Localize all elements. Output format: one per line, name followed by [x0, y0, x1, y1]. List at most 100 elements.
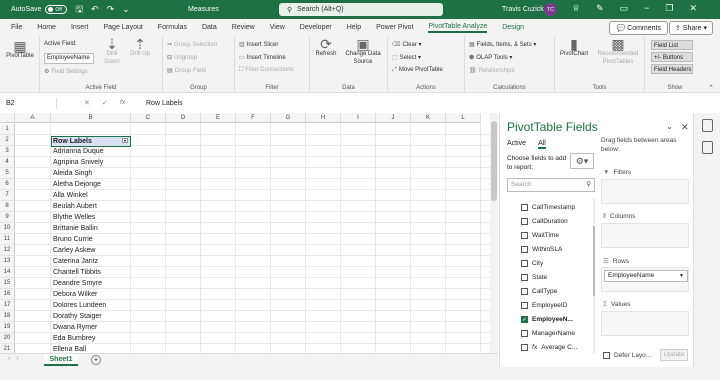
- column-header-l[interactable]: L: [446, 113, 481, 123]
- field-item[interactable]: State: [521, 271, 547, 284]
- buttons-toggle[interactable]: +/- Buttons: [651, 52, 693, 62]
- field-checkbox[interactable]: [521, 232, 528, 239]
- tab-insert[interactable]: Insert: [71, 24, 89, 31]
- side-panel-icon[interactable]: [702, 119, 713, 132]
- field-checkbox[interactable]: [521, 302, 528, 309]
- field-list-scrollbar[interactable]: [593, 198, 595, 354]
- user-name[interactable]: Travis Cuzick: [502, 6, 544, 13]
- column-header-f[interactable]: F: [236, 113, 271, 123]
- row-header[interactable]: 13: [0, 256, 15, 267]
- select-button[interactable]: ⬚ Select ▾: [392, 54, 421, 61]
- row-header[interactable]: 4: [0, 157, 15, 168]
- pivot-row-item[interactable]: Deandre Smyre: [51, 278, 102, 289]
- row-header[interactable]: 17: [0, 300, 15, 311]
- comments-button[interactable]: 💬 Comments: [609, 21, 668, 35]
- field-item[interactable]: EmployeeID: [521, 299, 567, 312]
- defer-layout[interactable]: Defer Layo...: [603, 352, 651, 359]
- field-item[interactable]: ✓ EmployeeN...: [521, 313, 573, 326]
- tab-power-pivot[interactable]: Power Pivot: [376, 24, 413, 31]
- file-name[interactable]: Measures: [188, 6, 219, 13]
- field-checkbox[interactable]: ✓: [521, 316, 528, 323]
- row-header[interactable]: 20: [0, 333, 15, 344]
- clear-button[interactable]: ⌫ Clear ▾: [392, 41, 422, 48]
- autosave-toggle[interactable]: Off: [45, 5, 68, 14]
- field-checkbox[interactable]: [521, 246, 528, 253]
- pivot-row-item[interactable]: Ellena Ball: [51, 344, 86, 353]
- tab-formulas[interactable]: Formulas: [158, 24, 187, 31]
- filters-drop-area[interactable]: [601, 179, 689, 204]
- row-header[interactable]: 5: [0, 168, 15, 179]
- pivot-row-item[interactable]: Carley Askew: [51, 245, 95, 256]
- insert-function-icon[interactable]: 𝑓x: [120, 99, 126, 107]
- tab-active[interactable]: Active: [507, 140, 526, 149]
- add-sheet-icon[interactable]: +: [91, 355, 101, 365]
- row-header[interactable]: 18: [0, 311, 15, 322]
- tab-view[interactable]: View: [270, 24, 285, 31]
- rewards-icon[interactable]: ♕: [572, 3, 580, 14]
- insert-slicer-button[interactable]: ▥ Insert Slicer: [239, 41, 278, 48]
- active-field-input[interactable]: EmployeeName: [44, 53, 94, 64]
- tab-page-layout[interactable]: Page Layout: [103, 24, 142, 31]
- pivot-row-item[interactable]: Aleida Singh: [51, 168, 92, 179]
- row-header[interactable]: 21: [0, 344, 15, 353]
- pivotchart-button[interactable]: ▮ PivotChart: [557, 37, 591, 58]
- tools-gear-icon[interactable]: ⚙▾: [570, 153, 594, 169]
- field-item[interactable]: WaitTime: [521, 229, 559, 242]
- field-checkbox[interactable]: [521, 274, 528, 281]
- pivot-row-item[interactable]: Blythe Welles: [51, 212, 95, 223]
- rows-drop-area[interactable]: EmployeeName ▼: [601, 267, 689, 292]
- field-item[interactable]: WithinSLA: [521, 243, 562, 256]
- enter-icon[interactable]: ✓: [102, 99, 108, 107]
- restore-icon[interactable]: ❐: [665, 3, 673, 14]
- cancel-icon[interactable]: ✕: [84, 99, 90, 107]
- update-button[interactable]: Update: [660, 349, 688, 361]
- collapse-ribbon-icon[interactable]: ⌃: [708, 84, 714, 92]
- tab-all[interactable]: All: [538, 140, 546, 149]
- field-item[interactable]: CallTimestamp: [521, 201, 575, 214]
- pivot-row-item[interactable]: Agripina Snively: [51, 157, 103, 168]
- column-header-d[interactable]: D: [166, 113, 201, 123]
- column-header-i[interactable]: I: [341, 113, 376, 123]
- drill-up-button[interactable]: ⇡ Drill Up: [128, 37, 152, 58]
- insert-timeline-button[interactable]: ▭ Insert Timeline: [239, 54, 286, 61]
- row-header[interactable]: 8: [0, 201, 15, 212]
- row-header[interactable]: 1: [0, 124, 15, 135]
- formula-input[interactable]: Row Labels: [146, 100, 183, 107]
- filter-connections-button[interactable]: ⛶ Filter Connections: [239, 67, 294, 74]
- pivot-row-item[interactable]: Debora Wilker: [51, 289, 97, 300]
- sheet-tab-sheet1[interactable]: Sheet1: [44, 354, 78, 366]
- pivot-row-item[interactable]: Caterina Jantz: [51, 256, 98, 267]
- save-icon[interactable]: 🖫: [75, 2, 83, 18]
- close-icon[interactable]: ✕: [689, 3, 697, 14]
- field-list-button[interactable]: Field List: [651, 40, 693, 50]
- rows-field-employeename[interactable]: EmployeeName ▼: [604, 270, 688, 282]
- field-checkbox[interactable]: [521, 218, 528, 225]
- pivot-row-item[interactable]: Dwana Rymer: [51, 322, 97, 333]
- row-header[interactable]: 19: [0, 322, 15, 333]
- row-header[interactable]: 9: [0, 212, 15, 223]
- field-settings-button[interactable]: ⚙ Field Settings: [44, 68, 88, 75]
- change-data-source-button[interactable]: ▣ Change Data Source: [341, 37, 385, 66]
- undo-icon[interactable]: ↶: [91, 4, 99, 15]
- group-selection-button[interactable]: ⇒ Group Selection: [167, 41, 217, 48]
- column-header-b[interactable]: B: [51, 113, 131, 123]
- column-header-g[interactable]: G: [271, 113, 306, 123]
- tab-help[interactable]: Help: [347, 24, 361, 31]
- row-header[interactable]: 2: [0, 135, 15, 146]
- field-headers-button[interactable]: Field Headers: [651, 64, 693, 74]
- share-button[interactable]: ⇪ Share ▾: [669, 21, 713, 35]
- avatar[interactable]: TC: [544, 3, 557, 16]
- field-checkbox[interactable]: [521, 260, 528, 267]
- pen-icon[interactable]: ✎: [596, 3, 604, 14]
- pivot-row-item[interactable]: Eda Bumbrey: [51, 333, 95, 344]
- row-header[interactable]: 3: [0, 146, 15, 157]
- field-item[interactable]: City: [521, 257, 543, 270]
- row-header[interactable]: 14: [0, 267, 15, 278]
- ungroup-button[interactable]: ⊟ Ungroup: [167, 54, 197, 61]
- pivot-row-item[interactable]: Beulah Aubert: [51, 201, 97, 212]
- field-list-scroll-thumb[interactable]: [593, 226, 595, 296]
- select-all-corner[interactable]: [0, 113, 15, 123]
- tab-review[interactable]: Review: [232, 24, 255, 31]
- pivot-row-item[interactable]: Dolores Lundeen: [51, 300, 106, 311]
- customize-icon[interactable]: ⌄: [122, 4, 130, 15]
